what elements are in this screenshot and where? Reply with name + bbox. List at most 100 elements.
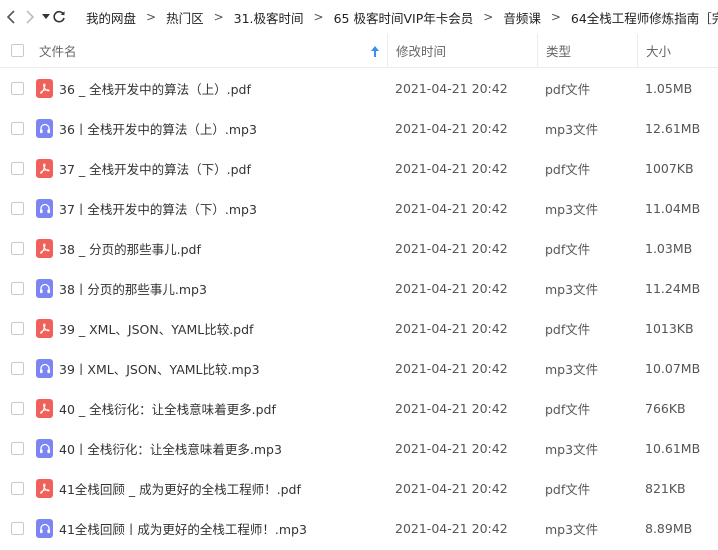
pdf-file-icon [36, 78, 53, 98]
file-name[interactable]: 40 _ 全栈衍化：让全栈意味着更多.pdf [59, 399, 395, 418]
row-checkbox-cell [0, 521, 33, 535]
file-modified-time: 2021-04-21 20:42 [395, 520, 508, 536]
file-modified-time: 2021-04-21 20:42 [395, 160, 508, 176]
file-row[interactable]: 38丨分页的那些事儿.mp3 2021-04-21 20:42 mp3文件 11.24… [0, 268, 718, 308]
file-row[interactable]: 39丨XML、JSON、YAML比较.mp3 2021-04-21 20:42 mp… [0, 348, 718, 388]
file-name[interactable]: 38丨分页的那些事儿.mp3 [59, 279, 395, 298]
select-all-cell [0, 34, 33, 68]
file-type: pdf文件 [545, 241, 591, 257]
mp3-file-icon [36, 518, 53, 538]
mp3-file-icon [36, 278, 53, 298]
row-checkbox[interactable] [11, 281, 24, 295]
column-header-size[interactable]: 大小 [638, 34, 718, 68]
file-icon-cell [33, 78, 59, 98]
column-header-name[interactable]: 文件名 [33, 33, 388, 68]
file-type: pdf文件 [545, 321, 591, 337]
file-row[interactable]: 40 _ 全栈衍化：让全栈意味着更多.pdf 2021-04-21 20:42 pd… [0, 388, 718, 428]
row-checkbox[interactable] [11, 401, 24, 415]
column-header-type-label: 类型 [546, 44, 572, 59]
row-checkbox[interactable] [11, 241, 24, 255]
file-icon-cell [33, 118, 59, 138]
row-checkbox-cell [0, 81, 33, 95]
file-row[interactable]: 37 _ 全栈开发中的算法（下）.pdf 2021-04-21 20:42 pdf文… [0, 148, 718, 188]
row-checkbox-cell [0, 161, 33, 175]
breadcrumb-item[interactable]: 热门区 [166, 8, 204, 27]
file-size: 1007KB [645, 160, 694, 176]
file-modified-time: 2021-04-21 20:42 [395, 320, 508, 336]
row-checkbox[interactable] [11, 521, 24, 535]
file-size: 1.03MB [645, 240, 693, 256]
file-icon-cell [33, 158, 59, 178]
toolbar: 我的网盘 > 热门区 >31.极客时间 >65 极客时间VIP年卡会员 > 音频课 >64全栈… [0, 0, 718, 34]
column-header-type[interactable]: 类型 [538, 33, 638, 68]
mp3-file-icon [36, 358, 53, 378]
file-type: pdf文件 [545, 81, 591, 97]
row-checkbox-cell [0, 241, 33, 255]
back-icon[interactable] [6, 6, 16, 28]
sort-ascending-icon[interactable] [371, 45, 379, 60]
file-icon-cell [33, 398, 59, 418]
file-row[interactable]: 40丨全栈衍化：让全栈意味着更多.mp3 2021-04-21 20:42 mp3文… [0, 428, 718, 468]
file-size: 11.04MB [645, 200, 701, 216]
file-row[interactable]: 41全栈回顾 _ 成为更好的全栈工程师！.pdf 2021-04-21 20:42… [0, 468, 718, 508]
file-icon-cell [33, 278, 59, 298]
breadcrumb-item[interactable]: 65 极客时间VIP年卡会员 [334, 8, 474, 27]
breadcrumb: 我的网盘 > 热门区 >31.极客时间 >65 极客时间VIP年卡会员 > 音频课 >64全栈… [86, 8, 718, 27]
row-checkbox[interactable] [11, 441, 24, 455]
select-all-checkbox[interactable] [11, 44, 24, 57]
mp3-file-icon [36, 438, 53, 458]
row-checkbox[interactable] [11, 361, 24, 375]
breadcrumb-item[interactable]: 我的网盘 [86, 8, 136, 27]
breadcrumb-item[interactable]: 31.极客时间 [234, 8, 304, 27]
row-checkbox[interactable] [11, 201, 24, 215]
file-type: mp3文件 [545, 521, 599, 537]
row-checkbox-cell [0, 401, 33, 415]
file-row[interactable]: 36丨全栈开发中的算法（上）.mp3 2021-04-21 20:42 mp3文件 1… [0, 108, 718, 148]
file-size: 10.07MB [645, 360, 701, 376]
file-modified-time: 2021-04-21 20:42 [395, 280, 508, 296]
row-checkbox[interactable] [11, 321, 24, 335]
file-size: 1.05MB [645, 80, 693, 96]
breadcrumb-item[interactable]: 64全栈工程师修炼指南［完结 [571, 8, 718, 27]
file-icon-cell [33, 198, 59, 218]
file-name[interactable]: 39丨XML、JSON、YAML比较.mp3 [59, 359, 395, 378]
file-row[interactable]: 41全栈回顾丨成为更好的全栈工程师！.mp3 2021-04-21 20:42 mp… [0, 508, 718, 548]
file-modified-time: 2021-04-21 20:42 [395, 120, 508, 136]
file-name[interactable]: 37丨全栈开发中的算法（下）.mp3 [59, 199, 395, 218]
row-checkbox-cell [0, 201, 33, 215]
pdf-file-icon [36, 158, 53, 178]
file-modified-time: 2021-04-21 20:42 [395, 480, 508, 496]
file-row[interactable]: 37丨全栈开发中的算法（下）.mp3 2021-04-21 20:42 mp3文件 1… [0, 188, 718, 228]
breadcrumb-separator: > [213, 10, 224, 24]
file-name[interactable]: 36 _ 全栈开发中的算法（上）.pdf [59, 79, 395, 98]
row-checkbox-cell [0, 361, 33, 375]
file-type: mp3文件 [545, 121, 599, 137]
column-header-modified[interactable]: 修改时间 [388, 33, 538, 68]
file-name[interactable]: 36丨全栈开发中的算法（上）.mp3 [59, 119, 395, 138]
file-row[interactable]: 38 _ 分页的那些事儿.pdf 2021-04-21 20:42 pdf文件 1.0… [0, 228, 718, 268]
file-name[interactable]: 39 _ XML、JSON、YAML比较.pdf [59, 319, 395, 338]
history-dropdown-icon[interactable] [42, 6, 50, 28]
row-checkbox[interactable] [11, 161, 24, 175]
file-name[interactable]: 41全栈回顾丨成为更好的全栈工程师！.mp3 [59, 519, 395, 538]
mp3-file-icon [36, 118, 53, 138]
row-checkbox[interactable] [11, 121, 24, 135]
file-row[interactable]: 36 _ 全栈开发中的算法（上）.pdf 2021-04-21 20:42 pdf文… [0, 68, 718, 108]
pdf-file-icon [36, 318, 53, 338]
forward-icon[interactable] [25, 6, 35, 28]
file-name[interactable]: 41全栈回顾 _ 成为更好的全栈工程师！.pdf [59, 479, 395, 498]
refresh-icon[interactable] [52, 6, 66, 28]
row-checkbox[interactable] [11, 481, 24, 495]
breadcrumb-item[interactable]: 音频课 [503, 8, 541, 27]
file-row[interactable]: 39 _ XML、JSON、YAML比较.pdf 2021-04-21 20:42… [0, 308, 718, 348]
row-checkbox[interactable] [11, 81, 24, 95]
file-type: pdf文件 [545, 401, 591, 417]
file-type: pdf文件 [545, 481, 591, 497]
breadcrumb-separator: > [313, 10, 324, 24]
file-name[interactable]: 38 _ 分页的那些事儿.pdf [59, 239, 395, 258]
file-type: mp3文件 [545, 281, 599, 297]
file-modified-time: 2021-04-21 20:42 [395, 400, 508, 416]
breadcrumb-separator: > [146, 10, 157, 24]
file-name[interactable]: 37 _ 全栈开发中的算法（下）.pdf [59, 159, 395, 178]
file-name[interactable]: 40丨全栈衍化：让全栈意味着更多.mp3 [59, 439, 395, 458]
